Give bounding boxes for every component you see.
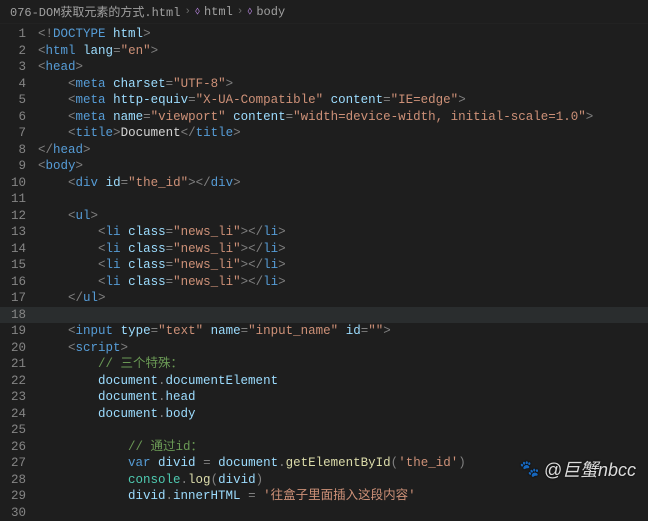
- code-line[interactable]: <input type="text" name="input_name" id=…: [38, 323, 648, 340]
- code-line[interactable]: <li class="news_li"></li>: [38, 257, 648, 274]
- code-line[interactable]: <li class="news_li"></li>: [38, 241, 648, 258]
- code-line[interactable]: <html lang="en">: [38, 43, 648, 60]
- code-line[interactable]: <!DOCTYPE html>: [38, 26, 648, 43]
- code-line[interactable]: <ul>: [38, 208, 648, 225]
- code-line[interactable]: <body>: [38, 158, 648, 175]
- symbol-icon: ⬨: [247, 6, 252, 18]
- symbol-icon: ⬨: [195, 6, 200, 18]
- code-area[interactable]: <!DOCTYPE html><html lang="en"><head> <m…: [38, 24, 648, 502]
- code-line[interactable]: <meta charset="UTF-8">: [38, 76, 648, 93]
- paw-icon: 🐾: [520, 459, 540, 479]
- breadcrumb[interactable]: 076-DOM获取元素的方式.html › ⬨ html › ⬨ body: [0, 0, 648, 24]
- chevron-right-icon: ›: [237, 6, 244, 18]
- code-line[interactable]: <script>: [38, 340, 648, 357]
- code-line[interactable]: <li class="news_li"></li>: [38, 224, 648, 241]
- watermark-text: @巨蟹nbcc: [544, 456, 636, 482]
- code-line[interactable]: [38, 307, 648, 324]
- code-line[interactable]: </ul>: [38, 290, 648, 307]
- line-number-gutter: 1234567891011121314151617181920212223242…: [0, 24, 38, 502]
- code-line[interactable]: <li class="news_li"></li>: [38, 274, 648, 291]
- code-line[interactable]: document.documentElement: [38, 373, 648, 390]
- code-line[interactable]: [38, 191, 648, 208]
- code-line[interactable]: // 三个特殊：: [38, 356, 648, 373]
- code-line[interactable]: divid.innerHTML = '往盒子里面插入这段内容': [38, 488, 648, 505]
- watermark: 🐾 @巨蟹nbcc: [520, 456, 636, 482]
- breadcrumb-file[interactable]: 076-DOM获取元素的方式.html: [10, 3, 180, 20]
- breadcrumb-node[interactable]: body: [256, 5, 285, 19]
- code-line[interactable]: [38, 505, 648, 521]
- chevron-right-icon: ›: [184, 6, 191, 18]
- code-line[interactable]: <meta http-equiv="X-UA-Compatible" conte…: [38, 92, 648, 109]
- breadcrumb-node[interactable]: html: [204, 5, 233, 19]
- code-line[interactable]: <head>: [38, 59, 648, 76]
- code-line[interactable]: [38, 422, 648, 439]
- code-line[interactable]: <div id="the_id"></div>: [38, 175, 648, 192]
- code-editor[interactable]: 1234567891011121314151617181920212223242…: [0, 24, 648, 502]
- code-line[interactable]: </head>: [38, 142, 648, 159]
- code-line[interactable]: <title>Document</title>: [38, 125, 648, 142]
- code-line[interactable]: document.body: [38, 406, 648, 423]
- code-line[interactable]: <meta name="viewport" content="width=dev…: [38, 109, 648, 126]
- code-line[interactable]: // 通过id：: [38, 439, 648, 456]
- code-line[interactable]: document.head: [38, 389, 648, 406]
